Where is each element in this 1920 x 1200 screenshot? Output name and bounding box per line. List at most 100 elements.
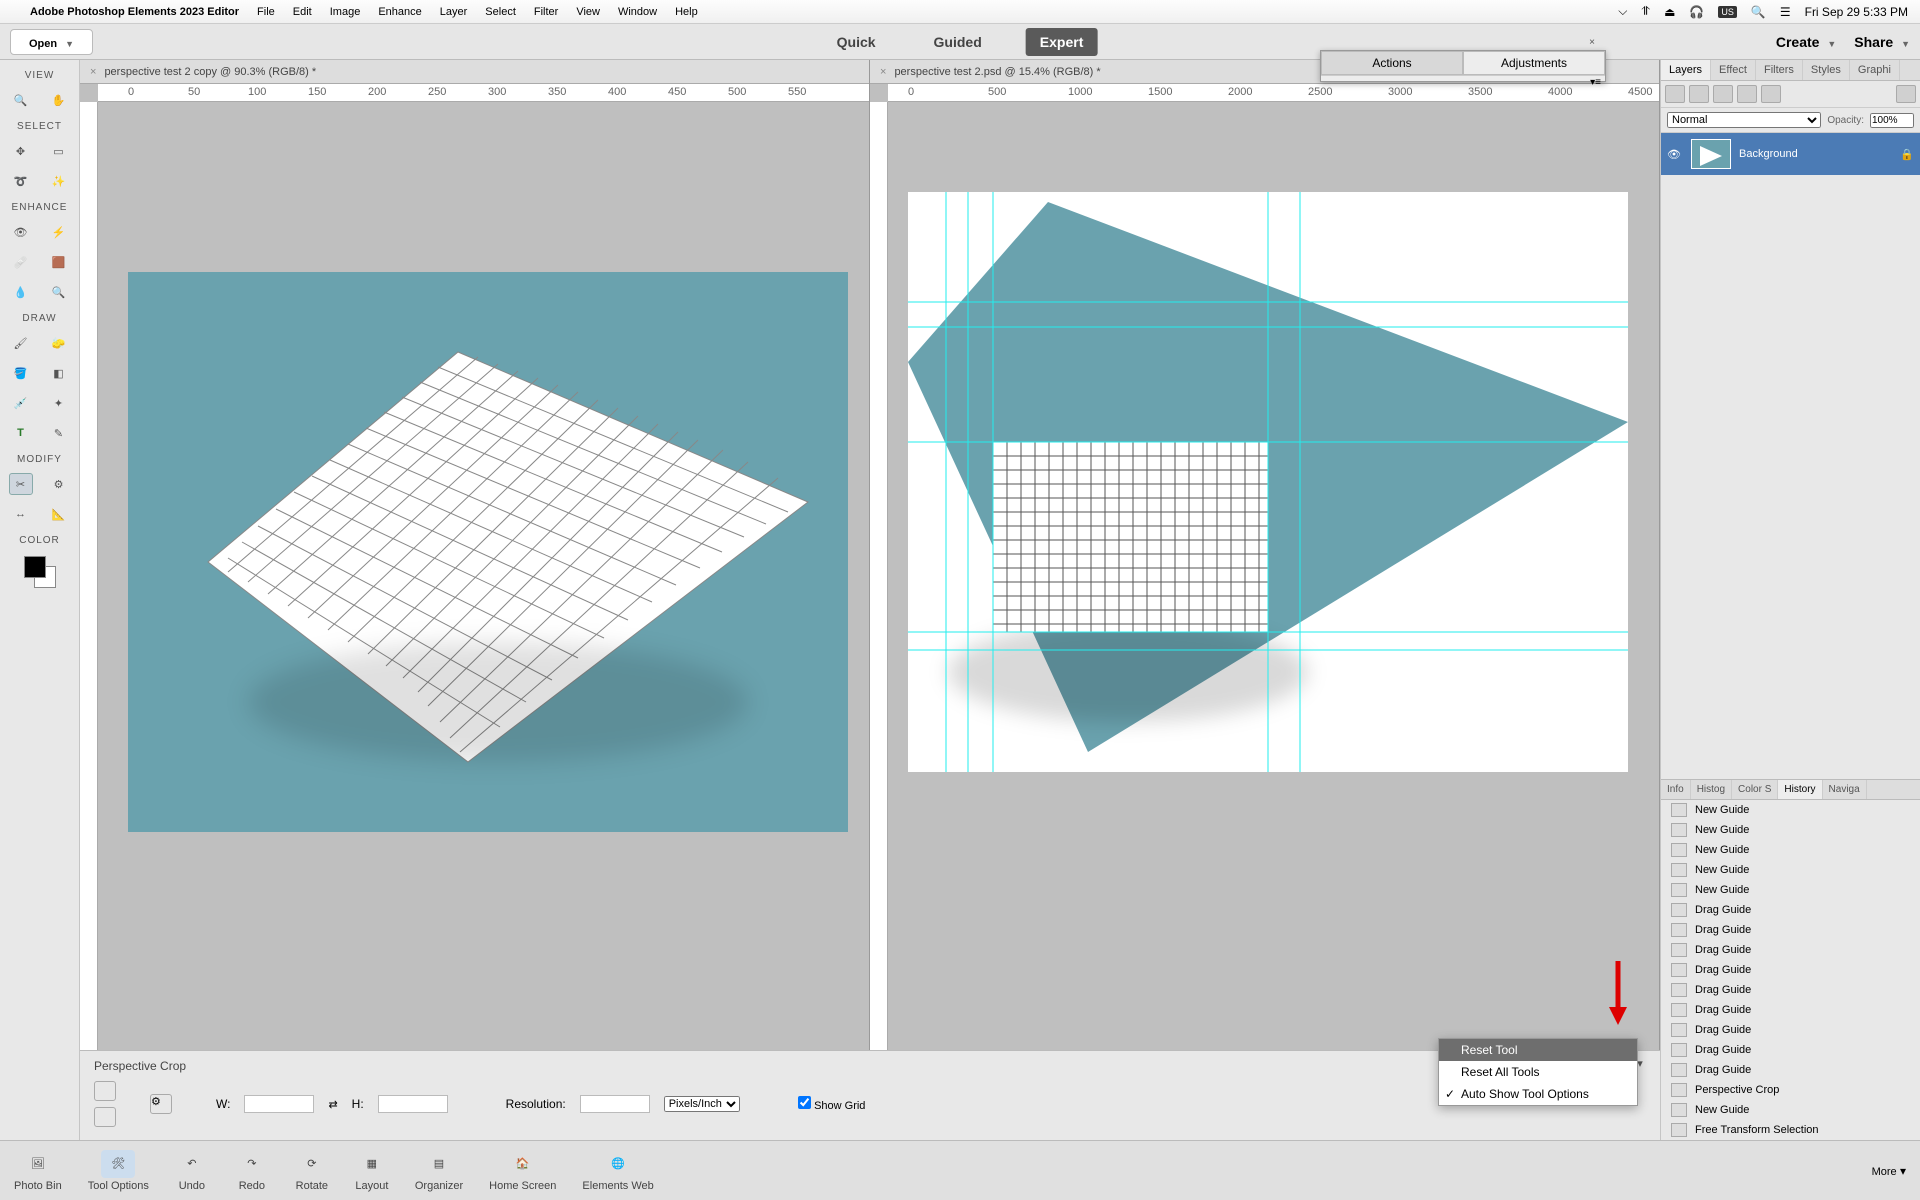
- control-center-icon[interactable]: ☰: [1780, 5, 1791, 19]
- new-layer-icon[interactable]: [1665, 85, 1685, 103]
- magic-wand-tool-icon[interactable]: ✨: [47, 170, 71, 192]
- menu-file[interactable]: File: [257, 6, 275, 18]
- menu-edit[interactable]: Edit: [293, 6, 312, 18]
- canvas-1[interactable]: [98, 102, 869, 1180]
- tab-color-swatches[interactable]: Color S: [1732, 780, 1778, 799]
- menu-filter[interactable]: Filter: [534, 6, 558, 18]
- perspective-crop-icon[interactable]: [94, 1107, 116, 1127]
- eject-icon[interactable]: ⏏: [1664, 5, 1675, 19]
- height-input[interactable]: [378, 1095, 448, 1113]
- canvas-2[interactable]: [888, 102, 1659, 1180]
- rotate-button[interactable]: ⟳Rotate: [295, 1150, 329, 1192]
- shape-tool-icon[interactable]: ✦: [47, 392, 71, 414]
- mode-expert[interactable]: Expert: [1026, 28, 1098, 56]
- undo-button[interactable]: ↶Undo: [175, 1150, 209, 1192]
- mode-quick[interactable]: Quick: [823, 28, 890, 56]
- history-item[interactable]: Drag Guide: [1661, 1000, 1920, 1020]
- input-icon[interactable]: US: [1718, 6, 1737, 18]
- spotlight-icon[interactable]: 🔍: [1751, 5, 1766, 19]
- history-item[interactable]: New Guide: [1661, 1100, 1920, 1120]
- lasso-tool-icon[interactable]: ➰: [9, 170, 33, 192]
- tab-graphics[interactable]: Graphi: [1850, 60, 1900, 80]
- open-button[interactable]: Open▼: [10, 29, 93, 55]
- menu-image[interactable]: Image: [330, 6, 361, 18]
- menu-help[interactable]: Help: [675, 6, 698, 18]
- sponge-tool-icon[interactable]: 🔍: [47, 281, 71, 303]
- close-icon[interactable]: ×: [90, 66, 96, 78]
- spot-heal-tool-icon[interactable]: 🩹: [9, 251, 33, 273]
- tab-layers[interactable]: Layers: [1661, 60, 1711, 80]
- brush-tool-icon[interactable]: 🖌: [9, 332, 33, 354]
- tab-history[interactable]: History: [1778, 780, 1822, 799]
- history-item[interactable]: New Guide: [1661, 840, 1920, 860]
- redo-button[interactable]: ↷Redo: [235, 1150, 269, 1192]
- history-item[interactable]: Drag Guide: [1661, 1040, 1920, 1060]
- bluetooth-icon[interactable]: ⌵: [1618, 4, 1627, 19]
- home-screen-button[interactable]: 🏠Home Screen: [489, 1150, 556, 1192]
- history-item[interactable]: Free Transform Selection: [1661, 1120, 1920, 1140]
- gradient-tool-icon[interactable]: ◧: [47, 362, 71, 384]
- layout-button[interactable]: ▦Layout: [355, 1150, 389, 1192]
- swap-icon[interactable]: ⇄: [328, 1098, 337, 1111]
- menu-reset-tool[interactable]: Reset Tool: [1439, 1039, 1637, 1061]
- organizer-button[interactable]: ▤Organizer: [415, 1150, 463, 1192]
- app-name[interactable]: Adobe Photoshop Elements 2023 Editor: [30, 6, 239, 18]
- teeth-tool-icon[interactable]: ⚡: [47, 221, 71, 243]
- history-item[interactable]: Drag Guide: [1661, 940, 1920, 960]
- history-item[interactable]: New Guide: [1661, 820, 1920, 840]
- history-item[interactable]: Drag Guide: [1661, 1060, 1920, 1080]
- clone-tool-icon[interactable]: 🟫: [47, 251, 71, 273]
- mask-icon[interactable]: [1737, 85, 1757, 103]
- mode-guided[interactable]: Guided: [920, 28, 996, 56]
- unit-select[interactable]: Pixels/Inch: [664, 1096, 740, 1112]
- ruler-horizontal[interactable]: 050100150200250300350400450500550: [98, 84, 869, 102]
- doc1-tab[interactable]: ×perspective test 2 copy @ 90.3% (RGB/8)…: [80, 60, 869, 84]
- width-input[interactable]: [244, 1095, 314, 1113]
- history-item[interactable]: New Guide: [1661, 860, 1920, 880]
- tab-actions[interactable]: Actions: [1321, 51, 1463, 75]
- lock-icon[interactable]: 🔒: [1900, 148, 1914, 161]
- resolution-input[interactable]: [580, 1095, 650, 1113]
- hand-tool-icon[interactable]: ✋: [47, 89, 71, 111]
- history-item[interactable]: Perspective Crop: [1661, 1080, 1920, 1100]
- recompose-tool-icon[interactable]: ⚙: [47, 473, 71, 495]
- menu-auto-show-tool-options[interactable]: Auto Show Tool Options: [1439, 1083, 1637, 1105]
- show-grid-checkbox[interactable]: Show Grid: [798, 1096, 866, 1112]
- tab-filters[interactable]: Filters: [1756, 60, 1803, 80]
- tool-options-button[interactable]: 🛠Tool Options: [88, 1150, 149, 1192]
- adjustment-layer-icon[interactable]: [1713, 85, 1733, 103]
- lock-icon[interactable]: [1761, 85, 1781, 103]
- new-group-icon[interactable]: [1689, 85, 1709, 103]
- tab-effects[interactable]: Effect: [1711, 60, 1756, 80]
- blend-mode-select[interactable]: Normal: [1667, 112, 1821, 128]
- content-aware-tool-icon[interactable]: ↔: [9, 503, 33, 525]
- more-button[interactable]: More ▾: [1872, 1164, 1906, 1178]
- tab-info[interactable]: Info: [1661, 780, 1691, 799]
- photo-bin-button[interactable]: 🖼Photo Bin: [14, 1150, 62, 1192]
- history-item[interactable]: New Guide: [1661, 800, 1920, 820]
- tab-navigator[interactable]: Naviga: [1823, 780, 1867, 799]
- menu-enhance[interactable]: Enhance: [378, 6, 421, 18]
- clock[interactable]: Fri Sep 29 5:33 PM: [1805, 5, 1908, 19]
- crop-icon[interactable]: [94, 1081, 116, 1101]
- tab-histogram[interactable]: Histog: [1691, 780, 1732, 799]
- history-item[interactable]: New Guide: [1661, 880, 1920, 900]
- menu-reset-all-tools[interactable]: Reset All Tools: [1439, 1061, 1637, 1083]
- opacity-input[interactable]: [1870, 113, 1914, 128]
- create-button[interactable]: Create ▼: [1776, 34, 1836, 50]
- menu-view[interactable]: View: [576, 6, 600, 18]
- menu-window[interactable]: Window: [618, 6, 657, 18]
- text-tool-icon[interactable]: T: [9, 422, 33, 444]
- menu-select[interactable]: Select: [485, 6, 516, 18]
- tab-adjustments[interactable]: Adjustments: [1463, 51, 1605, 75]
- eraser-tool-icon[interactable]: 🧽: [47, 332, 71, 354]
- headphones-icon[interactable]: 🎧: [1689, 5, 1704, 19]
- zoom-tool-icon[interactable]: 🔍: [9, 89, 33, 111]
- eyedropper-tool-icon[interactable]: 💉: [9, 392, 33, 414]
- close-icon[interactable]: ×: [880, 66, 886, 78]
- floating-panel[interactable]: × Actions Adjustments ▾≡: [1320, 50, 1606, 82]
- history-item[interactable]: Drag Guide: [1661, 980, 1920, 1000]
- marquee-tool-icon[interactable]: ▭: [47, 140, 71, 162]
- elements-web-button[interactable]: 🌐Elements Web: [582, 1150, 653, 1192]
- tab-styles[interactable]: Styles: [1803, 60, 1850, 80]
